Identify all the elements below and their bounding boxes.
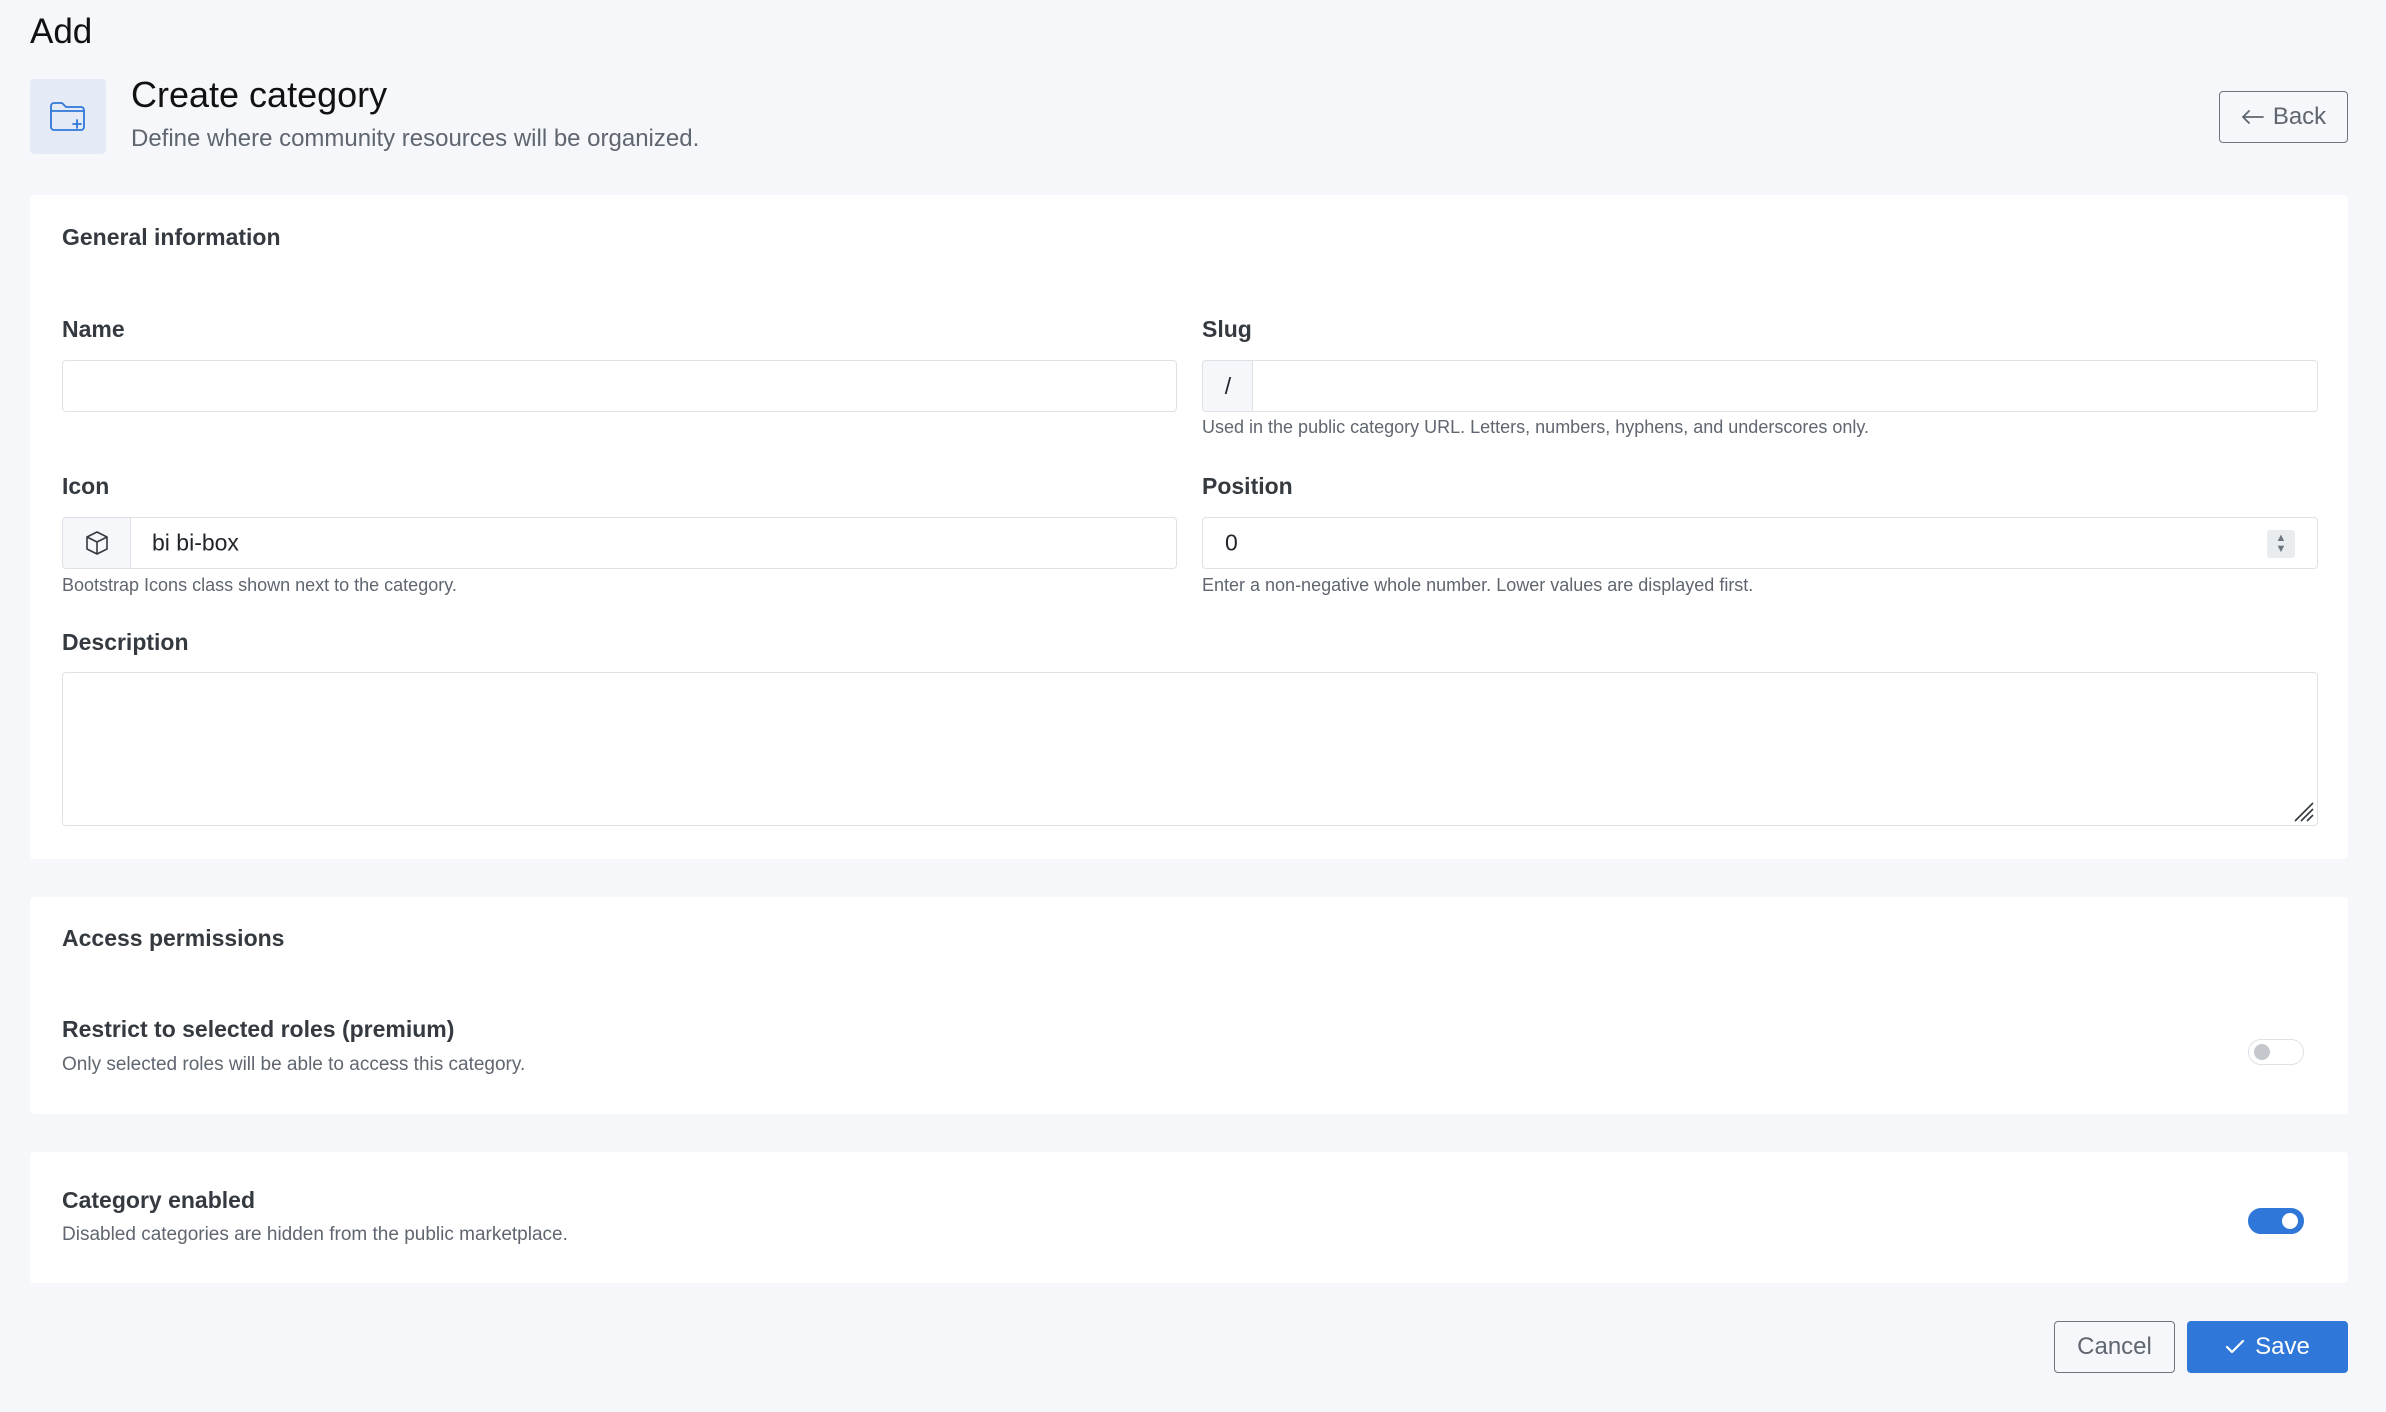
slug-input[interactable] [1252,360,2318,412]
position-label: Position [1202,473,1293,499]
restrict-roles-description: Only selected roles will be able to acce… [62,1054,526,1075]
category-enabled-card: Category enabled Disabled categories are… [30,1152,2348,1283]
position-stepper[interactable]: ▲ ▼ [2267,530,2295,558]
page-title: Create category [131,74,388,115]
description-label: Description [62,629,189,655]
restrict-roles-toggle[interactable] [2248,1039,2304,1065]
save-button-label: Save [2255,1333,2310,1360]
stepper-down-icon[interactable]: ▼ [2276,544,2287,555]
category-enabled-toggle[interactable] [2248,1208,2304,1234]
category-enabled-label: Category enabled [62,1187,255,1213]
slug-label: Slug [1202,316,1252,342]
back-button[interactable]: Back [2219,91,2348,143]
cancel-button[interactable]: Cancel [2054,1321,2175,1373]
icon-help: Bootstrap Icons class shown next to the … [62,575,457,595]
back-button-label: Back [2272,103,2327,130]
section-title-access: Access permissions [62,925,285,951]
icon-input-value: bi bi-box [152,529,239,556]
description-textarea[interactable] [62,672,2318,826]
icon-input[interactable]: bi bi-box [130,517,1177,569]
position-help: Enter a non-negative whole number. Lower… [1202,575,1754,595]
folder-plus-icon [30,79,106,154]
name-label: Name [62,316,125,342]
icon-label: Icon [62,473,110,499]
save-button[interactable]: Save [2187,1321,2348,1373]
check-icon [2226,1339,2245,1354]
position-input[interactable]: 0 ▲ ▼ [1202,517,2318,569]
category-enabled-description: Disabled categories are hidden from the … [62,1224,568,1245]
page-subtitle: Define where community resources will be… [131,125,700,152]
slug-prefix: / [1202,360,1254,412]
page-heading: Add [30,12,93,51]
box-icon [62,517,132,569]
access-permissions-card: Access permissions Restrict to selected … [30,897,2348,1114]
general-information-card: General information Name Slug / Used in … [30,195,2348,859]
restrict-roles-label: Restrict to selected roles (premium) [62,1016,455,1042]
slug-help: Used in the public category URL. Letters… [1202,417,1870,437]
resize-grip-icon[interactable] [2289,797,2315,823]
arrow-left-icon [2241,110,2264,124]
position-input-value: 0 [1225,529,1238,556]
section-title-general: General information [62,224,281,250]
name-input[interactable] [62,360,1177,412]
page: Add Create category Define where communi… [0,0,2386,1412]
